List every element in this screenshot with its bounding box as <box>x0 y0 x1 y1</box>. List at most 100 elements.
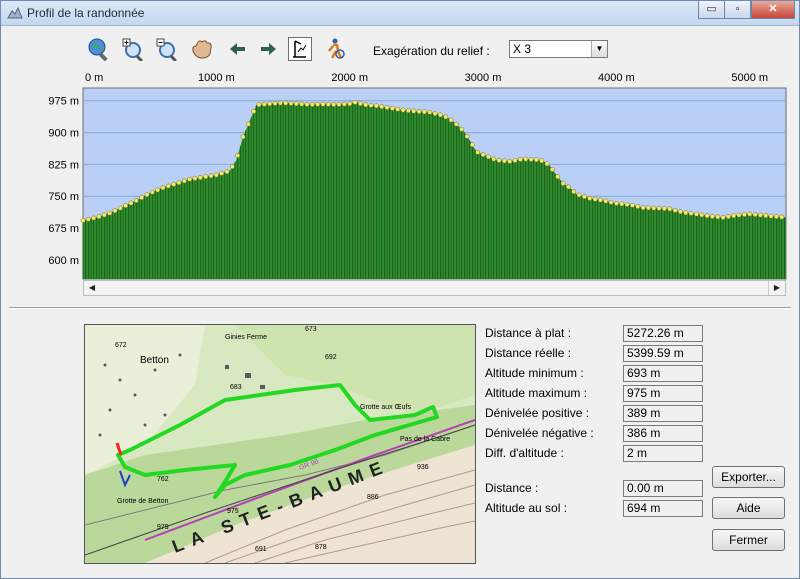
stat-value: 2 m <box>623 445 703 462</box>
maximize-button[interactable]: ▫ <box>724 1 751 19</box>
chart-sample-point <box>731 213 737 219</box>
chart-sample-point <box>416 109 422 114</box>
stat-value: 386 m <box>623 425 703 442</box>
chart-sample-point <box>549 166 555 172</box>
chart-sample-point <box>640 205 646 211</box>
chart-sample-point <box>389 105 395 111</box>
cursor-label: Distance : <box>485 481 539 495</box>
profile-select-icon[interactable] <box>288 37 312 61</box>
chart-sample-point <box>656 205 662 211</box>
map-label-spot-height: 691 <box>255 546 267 553</box>
y-tick-label: 975 m <box>48 96 79 108</box>
chart-sample-point <box>405 108 411 114</box>
zoom-in-icon[interactable] <box>121 37 145 63</box>
chart-sample-point <box>741 212 747 218</box>
chart-sample-point <box>667 206 673 212</box>
chart-sample-point <box>560 181 566 186</box>
chart-sample-point <box>683 210 689 216</box>
chart-sample-point <box>459 126 465 132</box>
title-bar[interactable]: Profil de la randonnée ▭ ▫ ✕ <box>1 1 799 26</box>
chart-sample-point <box>587 195 593 201</box>
zoom-globe-icon[interactable] <box>87 37 111 62</box>
chart-sample-point <box>245 121 251 127</box>
map-label-spot-height: 936 <box>417 464 429 471</box>
pan-hand-icon[interactable] <box>190 37 214 61</box>
zoom-out-icon[interactable] <box>155 37 179 63</box>
chart-sample-point <box>368 102 374 108</box>
cursor-value: 694 m <box>623 500 703 517</box>
map-label-ginies-ferme: Ginies Ferme <box>225 334 267 341</box>
chart-sample-point <box>613 200 619 206</box>
chart-sample-point <box>347 101 353 107</box>
chart-sample-point <box>507 158 513 164</box>
export-button[interactable]: Exporter... <box>712 466 785 488</box>
chart-sample-point <box>597 197 603 203</box>
relief-exaggeration-select[interactable]: X 3 ▼ <box>509 40 608 58</box>
minimize-button[interactable]: ▭ <box>698 1 725 19</box>
chart-sample-point <box>160 185 166 191</box>
relief-exaggeration-label: Exagération du relief : <box>373 44 490 58</box>
chart-sample-point <box>677 209 683 215</box>
elevation-profile-chart[interactable]: 0 m 1000 m 2000 m 3000 m 4000 m 5000 m 975 m 90… <box>1 67 800 281</box>
chart-sample-point <box>485 154 491 160</box>
chart-sample-point <box>533 157 539 163</box>
help-button[interactable]: Aide <box>712 497 785 519</box>
chart-sample-point <box>619 201 625 207</box>
x-tick-label: 0 m <box>85 72 103 84</box>
relief-exaggeration-value: X 3 <box>513 42 532 56</box>
chart-sample-point <box>672 207 678 213</box>
stat-value: 5399.59 m <box>623 345 703 362</box>
chart-sample-point <box>96 214 102 220</box>
chart-sample-point <box>155 187 161 193</box>
map-label-betton: Betton <box>140 355 169 366</box>
window-title: Profil de la randonnée <box>27 6 145 20</box>
chart-sample-point <box>133 198 139 203</box>
chart-sample-point <box>437 112 443 118</box>
chart-sample-point <box>539 158 545 164</box>
chart-sample-point <box>443 114 449 120</box>
chart-sample-point <box>80 217 86 223</box>
stat-label: Dénivelée négative : <box>485 426 594 440</box>
stat-label: Altitude minimum : <box>485 366 584 380</box>
profile-window: Profil de la randonnée ▭ ▫ ✕ Exagération… <box>0 0 800 579</box>
y-tick-label: 675 m <box>48 223 79 235</box>
profile-scrollbar[interactable]: ◀ ▶ <box>83 280 786 296</box>
chart-sample-point <box>491 156 497 162</box>
chart-sample-point <box>747 211 753 217</box>
chart-sample-point <box>427 109 433 115</box>
stat-label: Diff. d'altitude : <box>485 446 564 460</box>
chart-sample-point <box>773 214 779 220</box>
chart-sample-point <box>763 213 769 219</box>
chart-sample-point <box>101 212 107 218</box>
forward-arrow-icon[interactable] <box>256 37 280 61</box>
x-tick-label: 5000 m <box>731 72 768 84</box>
chart-sample-point <box>272 100 278 106</box>
cursor-value: 0.00 m <box>623 480 703 497</box>
hiker-locate-icon[interactable] <box>323 37 347 61</box>
chart-sample-point <box>709 213 715 219</box>
chart-sample-point <box>208 173 214 179</box>
chart-sample-point <box>779 214 785 220</box>
section-divider <box>9 307 791 309</box>
chart-sample-point <box>197 175 203 181</box>
scroll-right-icon[interactable]: ▶ <box>768 281 785 295</box>
chart-sample-point <box>501 158 507 164</box>
map-label-spot-height: 692 <box>325 354 337 361</box>
scroll-left-icon[interactable]: ◀ <box>84 281 100 295</box>
close-button[interactable]: Fermer <box>712 529 785 551</box>
chart-sample-point <box>379 104 385 110</box>
x-tick-label: 3000 m <box>465 72 502 84</box>
chart-sample-point <box>528 156 534 162</box>
chart-sample-point <box>421 109 427 115</box>
chevron-down-icon[interactable]: ▼ <box>591 41 607 57</box>
close-window-button[interactable]: ✕ <box>751 1 795 19</box>
stat-value: 975 m <box>623 385 703 402</box>
chart-sample-point <box>736 212 742 218</box>
map-label-spot-height: 762 <box>157 476 169 483</box>
chart-sample-point <box>331 102 337 107</box>
chart-sample-point <box>725 214 731 220</box>
chart-sample-point <box>448 117 454 123</box>
stat-label: Dénivelée positive : <box>485 406 590 420</box>
back-arrow-icon[interactable] <box>226 37 250 61</box>
topographic-map[interactable]: Betton Ginies Ferme Grotte aux Œufs Grot… <box>84 324 476 564</box>
